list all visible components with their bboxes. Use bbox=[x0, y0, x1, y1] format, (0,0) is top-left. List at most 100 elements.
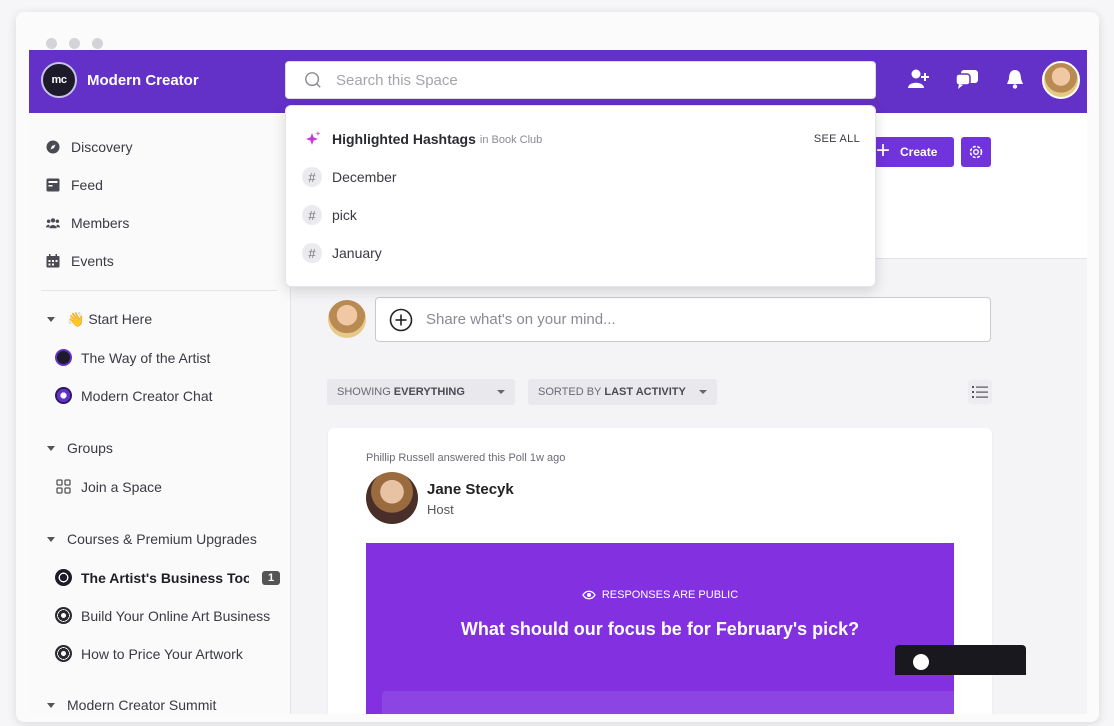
bell-icon[interactable] bbox=[1002, 66, 1028, 92]
create-label: Create bbox=[900, 145, 938, 159]
composer-placeholder: Share what's on your mind... bbox=[426, 311, 616, 328]
add-user-icon[interactable] bbox=[906, 66, 932, 92]
hashtag-label: December bbox=[332, 169, 397, 185]
filter-prefix: SORTED BY bbox=[538, 386, 602, 398]
sidebar-item-members[interactable]: Members bbox=[46, 215, 129, 231]
dropdown-title: Highlighted Hashtags bbox=[332, 131, 476, 147]
hashtag-label: January bbox=[332, 245, 382, 261]
settings-button[interactable] bbox=[961, 137, 991, 167]
sidebar-item-discovery[interactable]: Discovery bbox=[46, 139, 132, 155]
help-chat-widget[interactable] bbox=[895, 645, 1026, 675]
section-start-here[interactable]: 👋 Start Here bbox=[47, 311, 152, 328]
caret-down-icon bbox=[47, 445, 55, 451]
window-controls bbox=[46, 38, 103, 49]
chat-widget-icon bbox=[913, 654, 929, 670]
filter-prefix: SHOWING bbox=[337, 386, 391, 398]
sidebar-item-label: Events bbox=[71, 253, 114, 269]
sidebar-item-label: Discovery bbox=[71, 139, 133, 155]
app: mc Modern Creator Search this Space Disc… bbox=[29, 50, 1087, 714]
plus-icon: + bbox=[876, 137, 891, 164]
list-view-toggle[interactable] bbox=[968, 380, 992, 404]
course-icon bbox=[55, 645, 72, 662]
brand[interactable]: mc Modern Creator bbox=[41, 62, 199, 98]
gear-icon bbox=[969, 145, 983, 159]
sort-filter[interactable]: SORTED BY LAST ACTIVITY bbox=[528, 379, 717, 405]
poll-visibility: RESPONSES ARE PUBLIC bbox=[366, 589, 954, 601]
sidebar-item-feed[interactable]: Feed bbox=[46, 177, 103, 193]
chat-icon[interactable] bbox=[954, 66, 980, 92]
user-avatar[interactable] bbox=[1042, 61, 1080, 99]
section-label: Modern Creator Summit bbox=[67, 697, 217, 713]
plus-circle-icon[interactable] bbox=[389, 308, 413, 332]
space-label: Modern Creator Chat bbox=[81, 387, 213, 404]
maximize-dot[interactable] bbox=[92, 38, 103, 49]
poll-option[interactable] bbox=[382, 691, 954, 714]
space-price-your-artwork[interactable]: How to Price Your Artwork bbox=[55, 645, 243, 662]
author-name[interactable]: Jane Stecyk bbox=[427, 481, 514, 498]
space-join-a-space[interactable]: Join a Space bbox=[55, 478, 162, 495]
space-label: How to Price Your Artwork bbox=[81, 645, 243, 662]
caret-down-icon bbox=[47, 702, 55, 708]
space-label: Build Your Online Art Business bbox=[81, 607, 271, 624]
section-label: Courses & Premium Upgrades bbox=[67, 531, 257, 547]
filter-value: EVERYTHING bbox=[393, 386, 465, 398]
space-label: The Way of the Artist bbox=[81, 349, 211, 366]
sidebar-divider bbox=[41, 290, 277, 291]
hashtag-item[interactable]: # December bbox=[302, 167, 397, 187]
chat-space-icon bbox=[55, 387, 72, 404]
hashtag-item[interactable]: # pick bbox=[302, 205, 357, 225]
brand-name: Modern Creator bbox=[87, 71, 199, 89]
sparkle-icon bbox=[306, 131, 321, 145]
section-summit[interactable]: Modern Creator Summit bbox=[47, 697, 216, 713]
dropdown-arrow-icon bbox=[699, 390, 707, 394]
poll-visibility-label: RESPONSES ARE PUBLIC bbox=[601, 589, 739, 601]
feed-icon bbox=[46, 178, 60, 192]
sidebar-item-events[interactable]: Events bbox=[46, 253, 114, 269]
top-bar: mc Modern Creator bbox=[29, 50, 1087, 113]
course-icon bbox=[55, 569, 72, 586]
space-build-online-art-business[interactable]: Build Your Online Art Business bbox=[55, 607, 270, 624]
space-label: Join a Space bbox=[81, 478, 162, 495]
search-input[interactable] bbox=[336, 71, 836, 89]
list-icon bbox=[972, 386, 988, 398]
section-label: 👋 Start Here bbox=[67, 311, 153, 327]
space-modern-creator-chat[interactable]: Modern Creator Chat bbox=[55, 387, 213, 404]
hashtag-label: pick bbox=[332, 207, 357, 223]
section-groups[interactable]: Groups bbox=[47, 440, 113, 456]
poll-card: RESPONSES ARE PUBLIC What should our foc… bbox=[366, 543, 954, 714]
space-label: The Artist's Business Tool bbox=[81, 569, 249, 586]
eye-icon bbox=[582, 590, 596, 600]
create-button[interactable]: + Create bbox=[874, 137, 954, 167]
space-way-of-the-artist[interactable]: The Way of the Artist bbox=[55, 349, 210, 366]
compass-icon bbox=[46, 140, 60, 154]
dropdown-header: Highlighted Hashtags in Book Club SEE AL… bbox=[304, 130, 860, 148]
hashtag-icon: # bbox=[302, 243, 322, 263]
mc-logo-icon bbox=[55, 349, 72, 366]
brand-logo: mc bbox=[41, 62, 77, 98]
showing-filter[interactable]: SHOWING EVERYTHING bbox=[327, 379, 515, 405]
space-artists-business-tool[interactable]: The Artist's Business Tool 1 bbox=[55, 569, 281, 586]
minimize-dot[interactable] bbox=[69, 38, 80, 49]
section-courses[interactable]: Courses & Premium Upgrades bbox=[47, 531, 257, 547]
dropdown-arrow-icon bbox=[497, 390, 505, 394]
poll-post: Phillip Russell answered this Poll 1w ag… bbox=[328, 428, 992, 714]
see-all-link[interactable]: SEE ALL bbox=[814, 133, 860, 145]
filter-value: LAST ACTIVITY bbox=[604, 386, 686, 398]
post-meta: Phillip Russell answered this Poll 1w ag… bbox=[366, 452, 566, 464]
author-role: Host bbox=[427, 502, 454, 517]
top-actions bbox=[906, 66, 1028, 92]
dropdown-subtitle: in Book Club bbox=[479, 134, 543, 146]
author-avatar[interactable] bbox=[366, 472, 418, 524]
sidebar: Discovery Feed Members Events 👋 Start He… bbox=[29, 113, 291, 714]
sidebar-item-label: Feed bbox=[71, 177, 103, 193]
search-box[interactable] bbox=[285, 61, 876, 99]
post-composer[interactable]: Share what's on your mind... bbox=[375, 297, 991, 342]
hashtag-icon: # bbox=[302, 167, 322, 187]
close-dot[interactable] bbox=[46, 38, 57, 49]
members-icon bbox=[46, 218, 60, 229]
grid-icon bbox=[56, 479, 71, 494]
hashtag-item[interactable]: # January bbox=[302, 243, 382, 263]
hashtag-dropdown: Highlighted Hashtags in Book Club SEE AL… bbox=[285, 105, 876, 287]
unread-badge: 1 bbox=[262, 570, 281, 585]
sidebar-item-label: Members bbox=[71, 215, 130, 231]
